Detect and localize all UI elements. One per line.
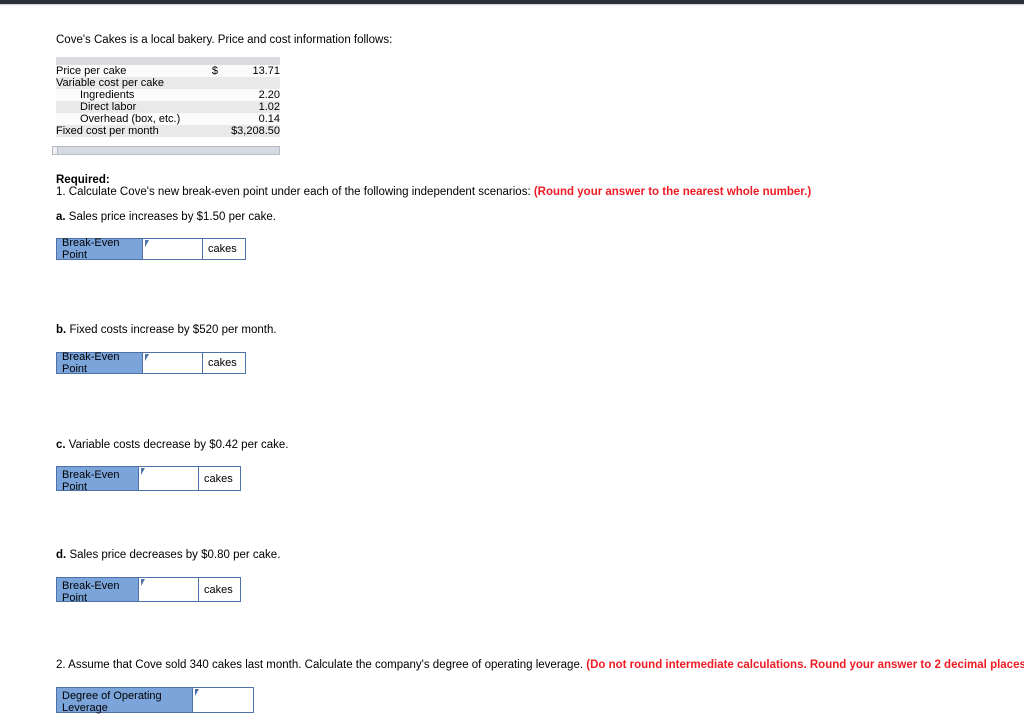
scrollbar-thumb[interactable] [53, 147, 58, 154]
table-horizontal-scrollbar[interactable] [52, 146, 280, 155]
row-currency [202, 89, 218, 101]
answer-label-dol: Degree of Operating Leverage [57, 688, 193, 714]
answer-unit-b: cakes [203, 353, 242, 373]
part-c-text: Variable costs decrease by $0.42 per cak… [68, 439, 289, 451]
answer-label-d-line1: Break-Even [62, 580, 120, 592]
table-row: Fixed cost per month $3,208.50 [56, 125, 280, 137]
table-header-spacer-value [218, 57, 280, 65]
answer-unit-c: cakes [199, 467, 238, 490]
answer-label-dol-line1: Degree of Operating [62, 690, 162, 702]
part-b-marker: b. [56, 324, 67, 336]
intro-text: Cove's Cakes is a local bakery. Price an… [56, 34, 393, 46]
row-label: Direct labor [56, 101, 202, 113]
table-row: Ingredients 2.20 [56, 89, 280, 101]
cost-information-table: Price per cake $ 13.71 Variable cost per… [56, 57, 280, 137]
row-currency [202, 101, 218, 113]
answer-widget-c[interactable]: Break-Even Point cakes [56, 466, 241, 493]
degree-of-operating-leverage-input[interactable] [193, 688, 253, 712]
part-a-prompt: a. Sales price increases by $1.50 per ca… [56, 210, 276, 224]
part-c-prompt: c. Variable costs decrease by $0.42 per … [56, 438, 289, 452]
text-caret-icon [141, 579, 145, 586]
row-currency [202, 125, 218, 137]
question-1-text: 1. Calculate Cove's new break-even point… [56, 186, 531, 198]
table-row: Price per cake $ 13.71 [56, 65, 280, 77]
part-d-text: Sales price decreases by $0.80 per cake. [69, 549, 281, 561]
window-top-shadow [0, 4, 1024, 6]
table-header-spacer-currency [202, 57, 218, 65]
answer-unit-d: cakes [199, 578, 238, 601]
part-a-marker: a. [56, 211, 66, 223]
answer-label-c: Break-Even Point [57, 467, 139, 493]
row-value: 0.14 [218, 113, 280, 125]
break-even-input-c[interactable] [139, 467, 199, 490]
answer-label-dol-line2: Leverage [62, 702, 108, 714]
answer-label-d-line2: Point [62, 592, 88, 604]
question-2-text: 2. Assume that Cove sold 340 cakes last … [56, 659, 584, 671]
table-row: Direct labor 1.02 [56, 101, 280, 113]
question-1-rounding-note: (Round your answer to the nearest whole … [533, 186, 812, 198]
row-value: 13.71 [218, 65, 280, 77]
row-label: Fixed cost per month [56, 125, 202, 137]
break-even-input-a[interactable] [143, 239, 203, 259]
question-2: 2. Assume that Cove sold 340 cakes last … [56, 658, 1024, 672]
row-currency [202, 77, 218, 89]
answer-label-c-line2: Point [62, 481, 88, 493]
part-c-marker: c. [56, 439, 66, 451]
answer-label-c-line1: Break-Even [62, 469, 120, 481]
text-caret-icon [195, 689, 199, 696]
text-caret-icon [145, 240, 149, 247]
part-b-text: Fixed costs increase by $520 per month. [69, 324, 277, 336]
table-header-row [56, 57, 280, 65]
answer-unit-a: cakes [203, 239, 242, 259]
answer-widget-d[interactable]: Break-Even Point cakes [56, 577, 241, 604]
question-2-rounding-note: (Do not round intermediate calculations.… [586, 659, 1024, 671]
answer-widget-a[interactable]: Break-Even Point cakes [56, 237, 246, 261]
row-label: Price per cake [56, 65, 202, 77]
answer-label-d: Break-Even Point [57, 578, 139, 604]
answer-widget-degree-of-operating-leverage[interactable]: Degree of Operating Leverage [56, 687, 254, 714]
part-d-marker: d. [56, 549, 67, 561]
row-label: Overhead (box, etc.) [56, 113, 202, 125]
text-caret-icon [145, 354, 149, 361]
break-even-input-d[interactable] [139, 578, 199, 601]
table-row: Variable cost per cake [56, 77, 280, 89]
row-currency: $ [202, 65, 218, 77]
text-caret-icon [141, 468, 145, 475]
answer-widget-b[interactable]: Break-Even Point cakes [56, 351, 246, 375]
question-1: 1. Calculate Cove's new break-even point… [56, 185, 811, 199]
row-currency [202, 113, 218, 125]
row-value: 2.20 [218, 89, 280, 101]
part-b-prompt: b. Fixed costs increase by $520 per mont… [56, 323, 277, 337]
row-label: Variable cost per cake [56, 77, 202, 89]
part-a-text: Sales price increases by $1.50 per cake. [68, 211, 276, 223]
break-even-input-b[interactable] [143, 353, 203, 373]
table-header-spacer [56, 57, 202, 65]
row-value: 1.02 [218, 101, 280, 113]
answer-label-b: Break-Even Point [57, 351, 143, 375]
part-d-prompt: d. Sales price decreases by $0.80 per ca… [56, 548, 280, 562]
row-value: $3,208.50 [218, 125, 280, 137]
row-label: Ingredients [56, 89, 202, 101]
row-value [218, 77, 280, 89]
table-row: Overhead (box, etc.) 0.14 [56, 113, 280, 125]
answer-label-a: Break-Even Point [57, 237, 143, 261]
